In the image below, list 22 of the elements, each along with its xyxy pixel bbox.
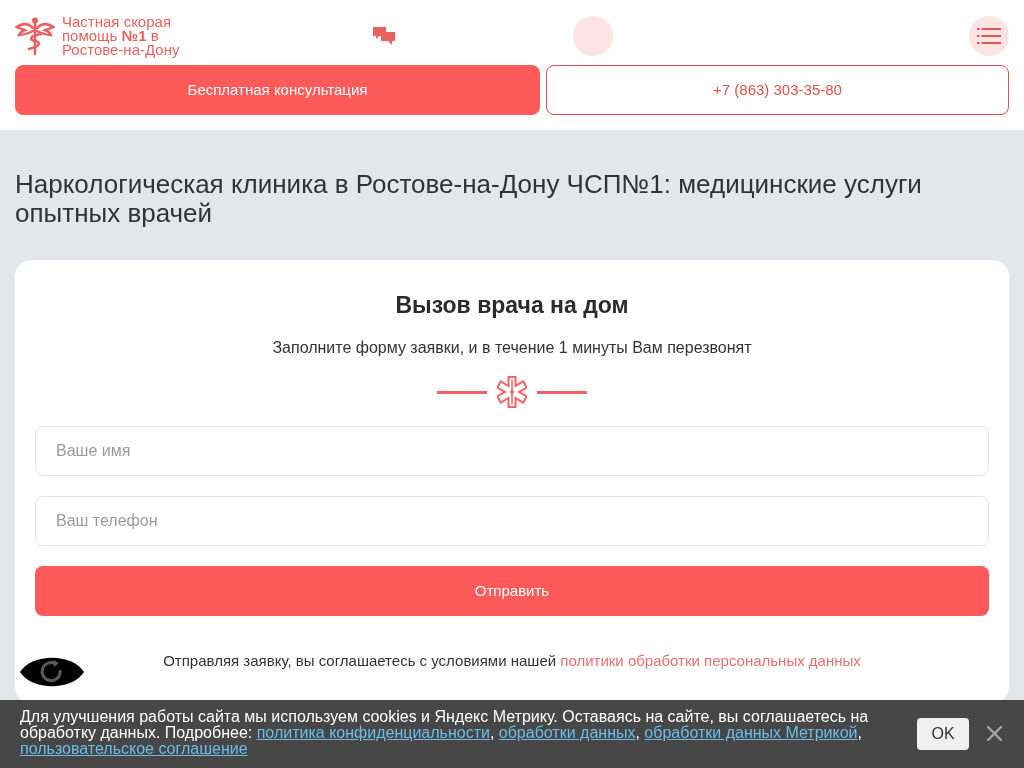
form-subtitle: Заполните форму заявки, и в течение 1 минуты Вам перезвонят [271, 338, 753, 358]
medical-star-icon [497, 376, 527, 408]
logo-text[interactable]: Частная скорая помощь №1 в Ростове-на-Дону [62, 15, 192, 57]
close-icon[interactable] [987, 726, 1002, 741]
chat-icon[interactable] [373, 27, 395, 45]
input-field[interactable]: Ваше имя [35, 426, 989, 476]
ok-button[interactable]: OK [917, 718, 969, 750]
consultation-button[interactable]: Бесплатная консультация [15, 65, 540, 115]
page-title: Наркологическая клиника в Ростове-на-Дону ЧСП№1: медицинские услуги опытных врачей [15, 170, 923, 228]
input-field[interactable]: Ваш телефон [35, 496, 989, 546]
privacy-policy-link[interactable]: политики обработки персональных данных [560, 652, 861, 669]
caduceus-icon [15, 16, 55, 56]
submit-button[interactable]: Отправить [35, 566, 989, 616]
policy-link[interactable]: обработки данных [498, 724, 636, 741]
policy-link[interactable]: обработки данных Метрикой [644, 724, 858, 741]
policy-link[interactable]: пользовательское соглашение [20, 740, 248, 757]
policy-link[interactable]: политика конфиденциальности [256, 724, 490, 741]
form-title: Вызов врача на дом [394, 291, 630, 320]
menu-button[interactable] [969, 16, 1009, 56]
cookie-text: Для улучшения работы сайта мы используем cookies и Яндекс Метрику. Оставаясь на сайте, вы соглашаетесь на обработку данных. Подробнее: политика конфиденциальности, обработки данных, обработки данных Метрикой, пользовательское соглашение [20, 709, 870, 757]
phone-button[interactable]: +7 (863) 303-35-80 [546, 65, 1009, 115]
menu-icon [977, 28, 1001, 44]
